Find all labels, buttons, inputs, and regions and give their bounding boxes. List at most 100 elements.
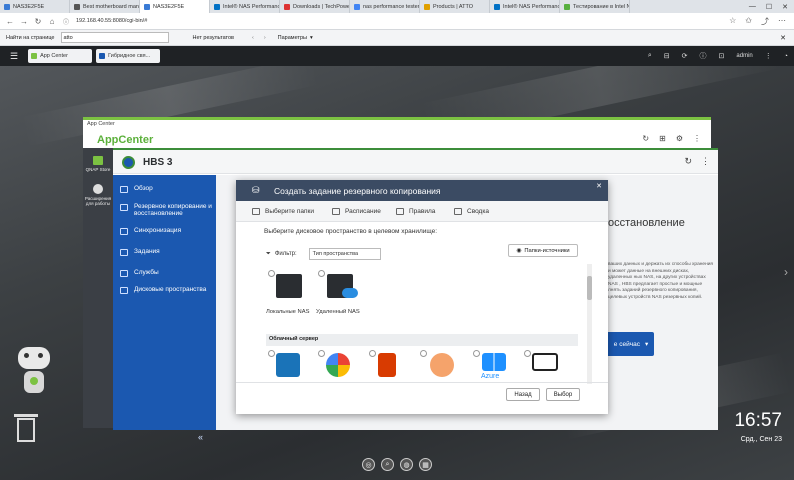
step-schedule[interactable]: Расписание	[332, 208, 381, 215]
step-label: Расписание	[345, 208, 381, 215]
more-icon[interactable]: ⋮	[765, 52, 772, 60]
radio-cloud-drive[interactable]	[420, 350, 427, 357]
find-input[interactable]: atto	[60, 32, 169, 43]
summary-icon	[454, 208, 462, 215]
qts-tab-appcenter[interactable]: App Center	[28, 49, 93, 63]
filter-select[interactable]: Тип пространства	[308, 248, 381, 260]
browser-tab[interactable]: Downloads | TechPower	[280, 0, 350, 13]
scrollbar-thumb[interactable]	[587, 276, 592, 300]
tasks-icon[interactable]: ⊟	[664, 52, 670, 60]
radio-local-nas[interactable]	[268, 270, 275, 277]
select-button[interactable]: Выбор	[546, 388, 580, 401]
sidebar-item-sync[interactable]: Синхронизация	[120, 227, 215, 235]
radio-google-cloud[interactable]	[318, 350, 325, 357]
dock-windows-icon[interactable]: ▦	[419, 458, 432, 471]
browser-tab-label: Downloads | TechPower	[293, 3, 350, 10]
share-icon[interactable]: ⤴	[761, 16, 769, 27]
box-icon	[532, 353, 558, 371]
dashboard-icon[interactable]: ◔	[784, 53, 788, 60]
source-folders-label: Папки-источники	[524, 247, 570, 254]
sync-icon[interactable]: ⟳	[682, 52, 688, 60]
search-icon[interactable]: ⌕	[648, 52, 652, 60]
back-button[interactable]: Назад	[506, 388, 540, 401]
overview-icon	[120, 186, 128, 193]
more-icon[interactable]: ⋯	[778, 16, 786, 27]
folder-icon	[252, 208, 260, 215]
extensions-item[interactable]: Расширения для работы	[83, 184, 113, 206]
reload-icon[interactable]: ↻	[34, 17, 42, 26]
dock-search-icon[interactable]: ⌕	[381, 458, 394, 471]
sidebar-item-backup[interactable]: Резервное копирование и восстановление	[120, 203, 215, 217]
find-prev-icon[interactable]: ‹	[252, 35, 254, 41]
more-icon[interactable]: ⋮	[701, 156, 710, 167]
store-label: QNAP Store	[85, 167, 111, 172]
browser-tab[interactable]: Intel® NAS Performanc	[490, 0, 560, 13]
menu-icon[interactable]: ☰	[10, 51, 18, 62]
refresh-icon[interactable]: ↻	[684, 156, 692, 167]
browser-tab[interactable]: Products | ATTO	[420, 0, 490, 13]
qboost-robot-icon[interactable]	[12, 343, 56, 401]
find-close-icon[interactable]: ✕	[780, 34, 794, 42]
collapse-sidebar-icon[interactable]: «	[198, 432, 203, 442]
url-field[interactable]: 192.168.40.55:8080/cgi-bin/#	[76, 18, 147, 24]
maximize-icon[interactable]: ☐	[766, 3, 772, 11]
chevron-right-icon[interactable]: ›	[784, 265, 788, 279]
notification-icon[interactable]: ⓘ	[700, 51, 707, 61]
qts-tab-hybrid[interactable]: Гибридное свя...	[96, 49, 161, 63]
minimize-icon[interactable]: —	[749, 3, 756, 10]
more-icon[interactable]: ⋮	[693, 134, 701, 143]
step-summary[interactable]: Сводка	[454, 208, 489, 215]
close-icon[interactable]: ✕	[782, 3, 788, 11]
refresh-icon[interactable]: ↻	[642, 134, 649, 143]
browser-tab[interactable]: Тестирование в Intel N	[560, 0, 630, 13]
install-icon[interactable]: ⊞	[659, 134, 666, 143]
browser-tab[interactable]: Intel® NAS Performanc	[210, 0, 280, 13]
store-item[interactable]: QNAP Store	[83, 156, 113, 172]
dock-monitor-icon[interactable]: ◍	[400, 458, 413, 471]
hbs-sidebar: Обзор Резервное копирование и восстановл…	[113, 175, 216, 430]
radio-remote-nas[interactable]	[318, 270, 325, 277]
radio-azure[interactable]	[473, 350, 480, 357]
browser-tab[interactable]: NAS3E2F5E	[140, 0, 210, 13]
step-rules[interactable]: Правила	[396, 208, 435, 215]
username[interactable]: admin	[736, 53, 752, 59]
back-icon[interactable]: ←	[6, 17, 14, 26]
browser-tab[interactable]: nas performance tester	[350, 0, 420, 13]
sidebar-item-overview[interactable]: Обзор	[120, 185, 215, 193]
close-icon[interactable]: ✕	[596, 182, 602, 190]
find-params[interactable]: Параметры	[278, 35, 307, 41]
browser-tab[interactable]: Best motherboard man	[70, 0, 140, 13]
lock-icon: ⓘ	[62, 19, 69, 26]
google-cloud-icon	[326, 353, 350, 377]
home-icon[interactable]: ⌂	[48, 17, 56, 26]
dock-apps-icon[interactable]: ◎	[362, 458, 375, 471]
browser-tab-label: Best motherboard man	[83, 3, 139, 10]
sidebar-item-label: Резервное копирование и восстановление	[134, 203, 212, 217]
cloud-server-header: Облачный сервер	[266, 334, 578, 346]
find-label: Найти на странице	[6, 34, 55, 41]
tab-favicon-icon	[4, 3, 10, 10]
step-folders[interactable]: Выберите папки	[252, 208, 314, 215]
store-strip: QNAP Store Расширения для работы	[83, 148, 113, 428]
hbs-header: HBS 3 ↻ ⋮	[113, 150, 718, 174]
forward-icon[interactable]: →	[20, 17, 28, 26]
qts-top-right: ⌕ ⊟ ⟳ ⓘ ⊡ admin ⋮ ◔	[648, 46, 788, 66]
trash-icon[interactable]	[14, 412, 38, 444]
appcenter-toolbar: ↻ ⊞ ⚙ ⋮	[642, 134, 701, 143]
browser-tab[interactable]: NAS3E2F5E	[0, 0, 70, 13]
find-next-icon[interactable]: ›	[264, 35, 266, 41]
browser-tab-label: Intel® NAS Performanc	[223, 3, 280, 10]
radio-amazon[interactable]	[268, 350, 275, 357]
reading-icon[interactable]: ☆	[729, 16, 736, 27]
hbs-icon	[99, 53, 106, 59]
sidebar-item-jobs[interactable]: Задания	[120, 248, 215, 256]
radio-office365[interactable]	[369, 350, 376, 357]
favorites-icon[interactable]: ✩	[745, 16, 752, 27]
radio-box[interactable]	[524, 350, 531, 357]
sidebar-item-services[interactable]: Службы	[120, 269, 215, 277]
gear-icon[interactable]: ⚙	[676, 134, 683, 143]
sidebar-item-storage[interactable]: Дисковые пространства	[120, 286, 215, 294]
backup-now-button[interactable]: е сейчас ▾	[608, 332, 654, 356]
source-folders-button[interactable]: ◉ Папки-источники	[508, 244, 578, 257]
user-icon[interactable]: ⊡	[719, 52, 725, 60]
